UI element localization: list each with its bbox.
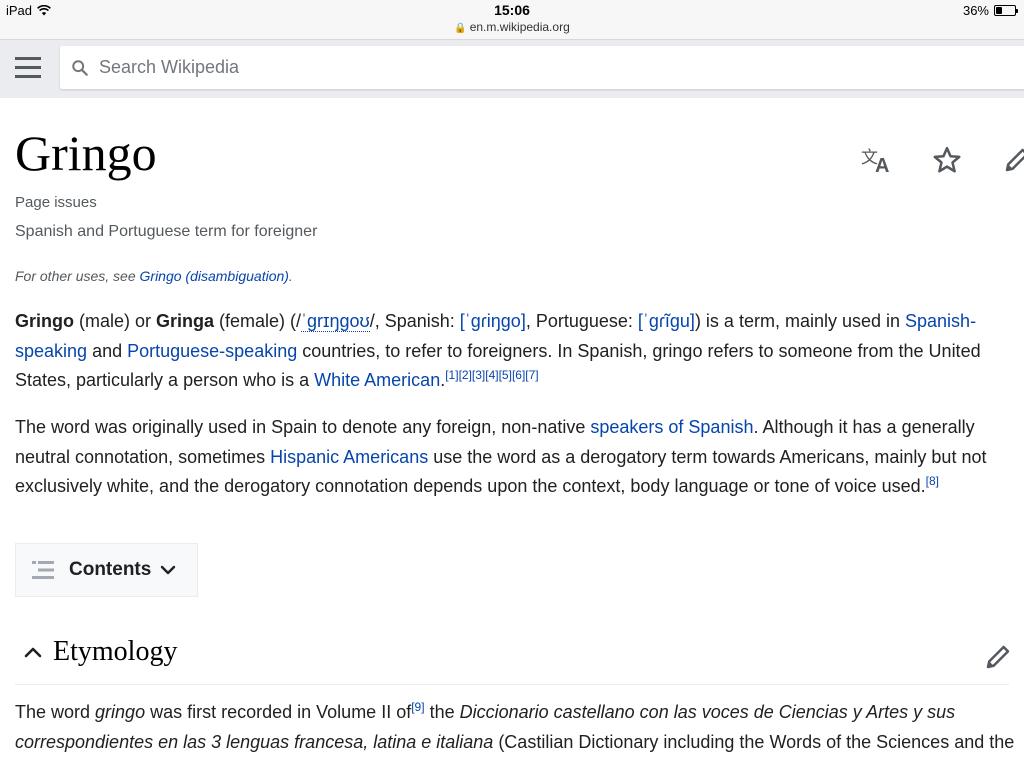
edit-page-button[interactable]: [997, 144, 1024, 176]
status-right: 36%: [962, 3, 1018, 18]
hispanic-americans-link[interactable]: Hispanic Americans: [270, 447, 428, 467]
ipa-spanish-link[interactable]: [ˈɡɾiŋɡo]: [460, 311, 526, 331]
ref-link[interactable]: [2]: [459, 368, 472, 382]
ipa-english-link[interactable]: ˈɡrɪŋɡoʊ: [301, 311, 370, 332]
references: [8]: [926, 474, 939, 488]
text: was first recorded in Volume II of: [145, 702, 412, 722]
ipa-portuguese-link[interactable]: [ˈɡɾĩɡu]: [638, 311, 695, 331]
list-icon: [32, 561, 54, 579]
text: , Portuguese:: [525, 311, 638, 331]
battery-icon: [994, 5, 1018, 16]
url-text: en.m.wikipedia.org: [469, 20, 570, 34]
contents-label: Contents: [69, 559, 152, 580]
article-content: Gringo 文 A Page issues Spanish and Portu…: [15, 98, 1024, 768]
edit-icon: [1005, 148, 1024, 172]
text: (Castilian Dictionary including the Word…: [493, 731, 1015, 752]
clock: 15:06: [494, 2, 530, 18]
lead-paragraph-1: Gringo (male) or Gringa (female) (/ˈɡrɪŋ…: [15, 307, 1020, 396]
chevron-up-icon: [24, 647, 42, 658]
term-gringa: Gringa: [156, 311, 215, 331]
references: [1][2][3][4][5][6][7]: [445, 368, 538, 382]
watch-star-button[interactable]: [927, 144, 967, 176]
text: (female) (/: [214, 311, 302, 331]
language-icon: 文 A: [861, 148, 889, 175]
speakers-of-spanish-link[interactable]: speakers of Spanish: [590, 417, 753, 437]
battery-fill: [996, 7, 1003, 14]
wiki-header: [0, 40, 1024, 98]
hatnote-prefix: For other uses, see: [15, 268, 140, 284]
hatnote: For other uses, see Gringo (disambiguati…: [15, 268, 293, 284]
text: ) is a term, mainly used in: [694, 311, 906, 331]
edit-section-icon[interactable]: [983, 642, 1013, 672]
disambiguation-link[interactable]: Gringo (disambiguation): [140, 268, 289, 284]
references: [9]: [411, 700, 424, 714]
ref-link[interactable]: [6]: [512, 368, 525, 382]
contents-toggle[interactable]: Contents: [15, 543, 198, 597]
status-bar: iPad 15:06 🔒 en.m.wikipedia.org 36%: [0, 0, 1024, 40]
ref-link[interactable]: [7]: [525, 368, 538, 382]
term-gringo: Gringo: [15, 311, 74, 331]
lead-paragraph-2: The word was originally used in Spain to…: [15, 413, 1020, 502]
lock-icon: 🔒: [454, 23, 467, 34]
hatnote-suffix: .: [288, 268, 293, 284]
text: The word was originally used in Spain to…: [15, 417, 591, 437]
text: The word: [15, 702, 96, 722]
ref-link[interactable]: [4]: [485, 368, 498, 382]
text: /, Spanish:: [369, 311, 460, 331]
ref-link[interactable]: [3]: [472, 368, 485, 382]
white-american-link[interactable]: White American: [314, 370, 440, 390]
menu-icon[interactable]: [15, 57, 41, 79]
page-issues-link[interactable]: Page issues: [15, 194, 97, 211]
ref-link[interactable]: [1]: [445, 368, 458, 382]
page-actions: 文 A: [857, 144, 1024, 176]
search-icon: [72, 59, 88, 76]
svg-text:A: A: [875, 155, 889, 175]
chevron-down-icon: [161, 565, 176, 575]
ref-link[interactable]: [9]: [411, 700, 424, 714]
section-title: Etymology: [53, 636, 178, 667]
ref-link[interactable]: [8]: [926, 474, 939, 488]
italic-term: gringo: [95, 702, 146, 722]
search-input[interactable]: [97, 56, 897, 79]
language-button[interactable]: 文 A: [857, 144, 897, 176]
page-tagline: Spanish and Portuguese term for foreigne…: [15, 223, 318, 240]
page-title: Gringo: [15, 125, 157, 181]
text: (male) or: [74, 311, 157, 331]
address-bar[interactable]: 🔒 en.m.wikipedia.org: [0, 20, 1024, 34]
section-heading-etymology[interactable]: Etymology: [15, 628, 1010, 685]
text: and: [87, 340, 128, 361]
star-icon: [933, 146, 961, 173]
ref-link[interactable]: [5]: [499, 368, 512, 382]
text: the: [424, 702, 460, 722]
search-box[interactable]: [60, 46, 1024, 89]
battery-percent: 36%: [962, 3, 989, 18]
portuguese-speaking-link[interactable]: Portuguese-speaking: [127, 341, 297, 361]
etymology-paragraph: The word gringo was first recorded in Vo…: [15, 698, 1024, 757]
